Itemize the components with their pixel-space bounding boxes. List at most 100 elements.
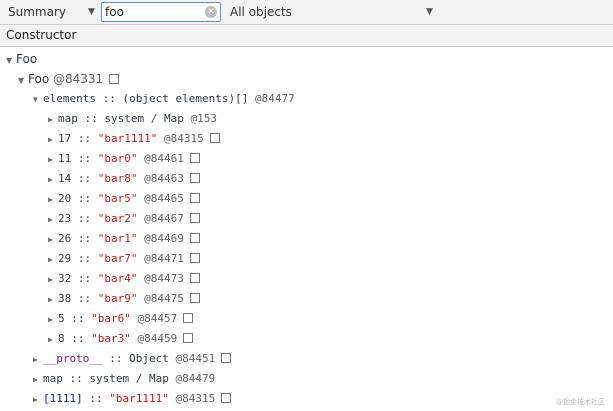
property-value: "bar1" [97, 232, 138, 245]
tree-row[interactable]: ▶ __proto__ :: Object @84451 [33, 349, 232, 370]
search-box[interactable]: ✕ [101, 2, 221, 22]
reveal-icon[interactable] [221, 393, 232, 403]
object-name: Foo [28, 72, 50, 86]
search-input[interactable] [105, 4, 197, 20]
collapsed-triangle-icon[interactable]: ▶ [33, 390, 43, 410]
object-id: @84471 [144, 252, 184, 265]
object-id: @84331 [53, 72, 104, 86]
collapsed-triangle-icon[interactable]: ▶ [48, 290, 58, 310]
property-value: Object [129, 352, 169, 365]
reveal-icon[interactable] [209, 133, 220, 143]
property-value: "bar4" [97, 272, 138, 285]
tree-row[interactable]: ▶ map :: system / Map @153 [48, 109, 217, 129]
column-header-label: Constructor [6, 28, 77, 42]
tree-row[interactable]: ▶ 29 :: "bar7" @84471 [48, 249, 200, 269]
reveal-icon[interactable] [189, 253, 200, 263]
collapsed-triangle-icon[interactable]: ▶ [48, 110, 58, 130]
collapsed-triangle-icon[interactable]: ▶ [48, 330, 58, 350]
reveal-icon[interactable] [183, 313, 194, 323]
separator: :: [71, 152, 98, 165]
collapsed-triangle-icon[interactable]: ▶ [48, 310, 58, 330]
reveal-icon[interactable] [189, 193, 200, 203]
object-id: @84475 [144, 292, 184, 305]
tree-row[interactable]: ▶ [1111] :: "bar1111" @84315 [33, 389, 232, 410]
object-id: @84315 [163, 132, 204, 145]
reveal-icon[interactable] [183, 333, 194, 343]
collapsed-triangle-icon[interactable]: ▶ [48, 130, 58, 150]
reveal-icon[interactable] [189, 293, 200, 303]
collapsed-triangle-icon[interactable]: ▶ [48, 250, 58, 270]
reveal-icon[interactable] [189, 173, 200, 183]
property-value: "bar7" [97, 252, 138, 265]
clear-icon[interactable]: ✕ [205, 6, 217, 18]
property-key: 20 [58, 192, 72, 205]
collapsed-triangle-icon[interactable]: ▶ [33, 350, 43, 370]
expanded-triangle-icon[interactable]: ▼ [18, 71, 28, 91]
constructor-name: Foo [16, 52, 38, 66]
property-key: [1111] [43, 392, 83, 405]
view-select[interactable]: Summary ▼ [8, 4, 98, 21]
tree-row[interactable]: ▶ 26 :: "bar1" @84469 [48, 229, 200, 249]
tree-row[interactable]: ▶ 5 :: "bar6" @84457 [48, 309, 194, 330]
separator: :: [71, 212, 98, 225]
tree-row[interactable]: ▼ Foo [6, 49, 37, 69]
property-value: "bar0" [97, 152, 138, 165]
column-header-constructor[interactable]: Constructor [0, 25, 613, 47]
reveal-icon[interactable] [189, 273, 200, 283]
reveal-icon[interactable] [189, 213, 200, 223]
collapsed-triangle-icon[interactable]: ▶ [48, 210, 58, 230]
reveal-icon[interactable] [189, 233, 200, 243]
object-id: @153 [190, 112, 217, 125]
object-id: @84473 [144, 272, 184, 285]
collapsed-triangle-icon[interactable]: ▶ [48, 190, 58, 210]
tree-row[interactable]: ▶ 32 :: "bar4" @84473 [48, 269, 200, 289]
expanded-triangle-icon[interactable]: ▼ [33, 90, 43, 110]
object-id: @84463 [144, 172, 184, 185]
tree-row[interactable]: ▶ 38 :: "bar9" @84475 [48, 289, 200, 309]
tree-row[interactable]: ▶ map :: system / Map @84479 [33, 369, 215, 389]
toolbar: Summary ▼ ✕ All objects ▼ [0, 0, 613, 25]
collapsed-triangle-icon[interactable]: ▶ [48, 170, 58, 190]
object-id: @84459 [137, 332, 178, 345]
separator: :: [102, 352, 130, 365]
property-key: 23 [58, 212, 72, 225]
property-key: 32 [58, 272, 72, 285]
property-key: __proto__ [43, 352, 103, 365]
property-key: 17 [58, 132, 72, 145]
property-key: map [43, 372, 63, 385]
property-key: 14 [58, 172, 72, 185]
tree-row[interactable]: ▶ 8 :: "bar3" @84459 [48, 329, 194, 350]
separator: :: [71, 132, 98, 145]
separator: :: [62, 372, 90, 385]
object-id: @84451 [175, 352, 216, 365]
tree-row[interactable]: ▼ elements :: (object elements)[] @84477 [33, 89, 295, 109]
tree-row[interactable]: ▶ 14 :: "bar8" @84463 [48, 169, 200, 189]
property-value: "bar2" [97, 212, 138, 225]
tree-row[interactable]: ▶ 23 :: "bar2" @84467 [48, 209, 200, 229]
collapsed-triangle-icon[interactable]: ▶ [48, 230, 58, 250]
collapsed-triangle-icon[interactable]: ▶ [48, 150, 58, 170]
view-select-label: Summary [8, 5, 66, 19]
tree-row[interactable]: ▼ Foo @84331 [18, 69, 120, 91]
reveal-icon[interactable] [189, 153, 200, 163]
separator: :: [71, 232, 98, 245]
property-value: "bar6" [91, 312, 131, 325]
separator: :: [95, 92, 123, 105]
collapsed-triangle-icon[interactable]: ▶ [33, 370, 43, 390]
separator: :: [77, 112, 105, 125]
tree-row[interactable]: ▶ 20 :: "bar5" @84465 [48, 189, 200, 209]
object-id: @84465 [144, 192, 184, 205]
property-type: (object elements)[] [122, 92, 249, 105]
object-id: @84461 [144, 152, 184, 165]
collapsed-triangle-icon[interactable]: ▶ [48, 270, 58, 290]
reveal-icon[interactable] [109, 74, 120, 84]
chevron-down-icon: ▼ [426, 7, 433, 17]
reveal-icon[interactable] [221, 353, 232, 363]
tree-row[interactable]: ▶ 11 :: "bar0" @84461 [48, 149, 200, 169]
object-id: @84457 [137, 312, 178, 325]
property-key: 8 [58, 332, 65, 345]
separator: :: [71, 252, 98, 265]
filter-select[interactable]: All objects ▼ [230, 4, 440, 21]
expanded-triangle-icon[interactable]: ▼ [6, 51, 16, 71]
tree-row[interactable]: ▶ 17 :: "bar1111" @84315 [48, 129, 220, 149]
